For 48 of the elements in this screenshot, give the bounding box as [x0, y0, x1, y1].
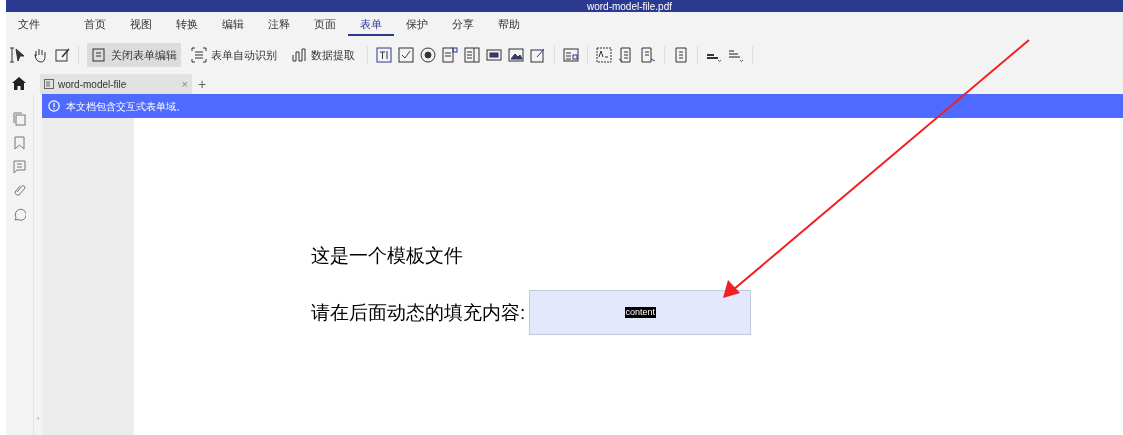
banner-text: 本文档包含交互式表单域。: [66, 99, 186, 114]
document-tab[interactable]: word-model-file ×: [40, 74, 192, 94]
document-list-icon[interactable]: [673, 47, 689, 63]
menu-tab[interactable]: 分享: [440, 13, 486, 37]
menu-tab[interactable]: 表单: [348, 13, 394, 37]
menu-tab[interactable]: 注释: [256, 13, 302, 37]
image-field-icon[interactable]: [508, 47, 524, 63]
menu-tab[interactable]: 视图: [118, 13, 164, 37]
signature-icon[interactable]: [530, 47, 546, 63]
bookmark-icon[interactable]: [14, 136, 25, 150]
import-icon[interactable]: [618, 47, 634, 63]
checkbox-icon[interactable]: [398, 47, 414, 63]
new-tab-button[interactable]: +: [198, 76, 207, 92]
document-text: 这是一个模板文件: [311, 244, 464, 268]
combo-box-icon[interactable]: [442, 47, 458, 63]
home-icon[interactable]: [12, 77, 26, 90]
toolbar-button[interactable]: 数据提取: [287, 43, 359, 67]
edit-icon[interactable]: [54, 47, 70, 63]
menu-tab[interactable]: 帮助: [486, 13, 532, 37]
menu-tab[interactable]: 保护: [394, 13, 440, 37]
menu-tab[interactable]: 编辑: [210, 13, 256, 37]
form-layout-icon[interactable]: [563, 47, 579, 63]
export-icon[interactable]: [640, 47, 656, 63]
form-document-icon: [44, 79, 54, 89]
distribute-icon[interactable]: [728, 47, 744, 63]
list-box-icon[interactable]: [464, 47, 480, 63]
text-recognition-icon[interactable]: [596, 47, 612, 63]
menu-tab[interactable]: 文件: [6, 13, 52, 37]
pages-icon[interactable]: [13, 112, 26, 126]
comment-icon[interactable]: [13, 160, 26, 174]
button-field-icon[interactable]: [486, 47, 502, 63]
menu-tab[interactable]: 转换: [164, 13, 210, 37]
radio-button-icon[interactable]: [420, 47, 436, 63]
menu-tab[interactable]: 首页: [72, 13, 118, 37]
toolbar-button[interactable]: 关闭表单编辑: [87, 43, 181, 67]
toolbar-button[interactable]: 表单自动识别: [187, 43, 281, 67]
form-scan-icon: [191, 47, 207, 63]
paperclip-icon[interactable]: [13, 184, 26, 198]
menu-tab[interactable]: 页面: [302, 13, 348, 37]
speech-bubble-icon[interactable]: [13, 208, 26, 221]
form-text-field[interactable]: content: [529, 290, 752, 335]
info-icon: [48, 100, 60, 112]
text-select-icon[interactable]: [10, 47, 26, 63]
hand-icon[interactable]: [32, 47, 48, 63]
text-field-icon[interactable]: [376, 47, 392, 63]
window-title: word-model-file.pdf: [586, 1, 672, 12]
document-text: 请在后面动态的填充内容:: [311, 300, 526, 325]
form-edit-icon: [91, 47, 107, 63]
